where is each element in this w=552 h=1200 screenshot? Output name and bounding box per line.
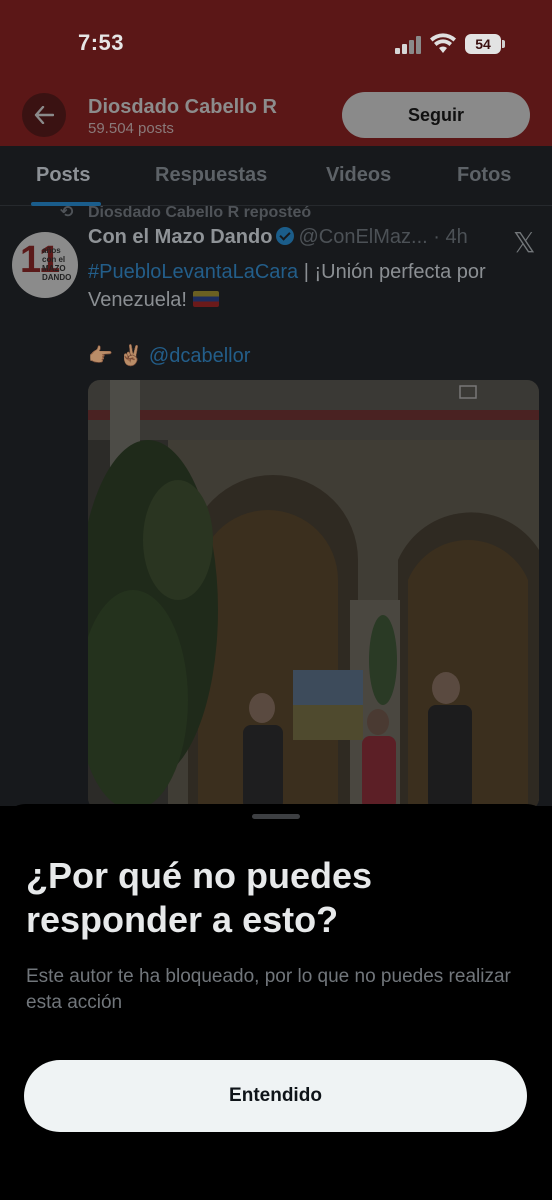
timeline: ⟲ Diosdado Cabello R reposteó 11 años con… bbox=[0, 206, 552, 806]
profile-posts-count: 59.504 posts bbox=[88, 120, 174, 137]
profile-header-banner: 7:53 54 Diosdado Cabello R 59.504 posts … bbox=[0, 0, 552, 146]
tab-fotos[interactable]: Fotos bbox=[457, 164, 511, 187]
post-author-name[interactable]: Con el Mazo Dando bbox=[88, 226, 272, 248]
sheet-grabber[interactable] bbox=[252, 814, 300, 819]
post-image[interactable] bbox=[88, 380, 539, 806]
post-mention-line: 👉🏽 ✌🏽 @dcabellor bbox=[88, 343, 250, 368]
post-text: #PuebloLevantaLaCara | ¡Unión perfecta p… bbox=[88, 258, 538, 314]
repost-indicator: ⟲ Diosdado Cabello R reposteó bbox=[60, 206, 311, 222]
follow-button[interactable]: Seguir bbox=[342, 92, 530, 138]
post-photo bbox=[88, 380, 539, 806]
emoji-line: 👉🏽 ✌🏽 bbox=[88, 345, 149, 367]
repost-label: Diosdado Cabello R reposteó bbox=[88, 206, 312, 221]
back-button[interactable] bbox=[22, 93, 66, 137]
avatar-logo-text: años con el MAZO DANDO bbox=[42, 246, 72, 282]
post-hashtag[interactable]: #PuebloLevantaLaCara bbox=[88, 261, 298, 283]
profile-name: Diosdado Cabello R bbox=[88, 96, 277, 118]
battery-tip bbox=[502, 40, 505, 48]
post-header: Con el Mazo Dando @ConElMaz... · 4h bbox=[88, 226, 468, 249]
tab-respuestas[interactable]: Respuestas bbox=[155, 164, 267, 187]
status-bar: 7:53 54 bbox=[0, 0, 552, 90]
venezuela-flag-icon bbox=[192, 291, 219, 307]
battery-icon: 54 bbox=[465, 34, 501, 54]
repost-icon: ⟲ bbox=[60, 206, 74, 221]
status-time: 7:53 bbox=[78, 30, 125, 55]
author-avatar[interactable]: 11 años con el MAZO DANDO bbox=[12, 232, 78, 298]
post-mention[interactable]: @dcabellor bbox=[149, 345, 250, 367]
sheet-title: ¿Por qué no puedes responder a esto? bbox=[26, 855, 373, 940]
sheet-body: Este autor te ha bloqueado, por lo que n… bbox=[26, 966, 511, 1013]
tab-videos[interactable]: Videos bbox=[326, 164, 391, 187]
post-handle-time: @ConElMaz... · 4h bbox=[298, 226, 468, 248]
verified-badge-icon bbox=[276, 227, 295, 245]
tab-posts[interactable]: Posts bbox=[36, 164, 90, 187]
arrow-left-icon bbox=[34, 106, 54, 124]
understood-button[interactable]: Entendido bbox=[24, 1060, 527, 1132]
x-logo-icon: 𝕏 bbox=[513, 227, 536, 258]
cellular-signal-icon bbox=[395, 36, 423, 54]
blocked-reply-sheet: ¿Por qué no puedes responder a esto? Est… bbox=[0, 804, 552, 1200]
wifi-icon bbox=[430, 33, 456, 53]
profile-tabs: Posts Respuestas Videos Fotos bbox=[0, 146, 552, 206]
